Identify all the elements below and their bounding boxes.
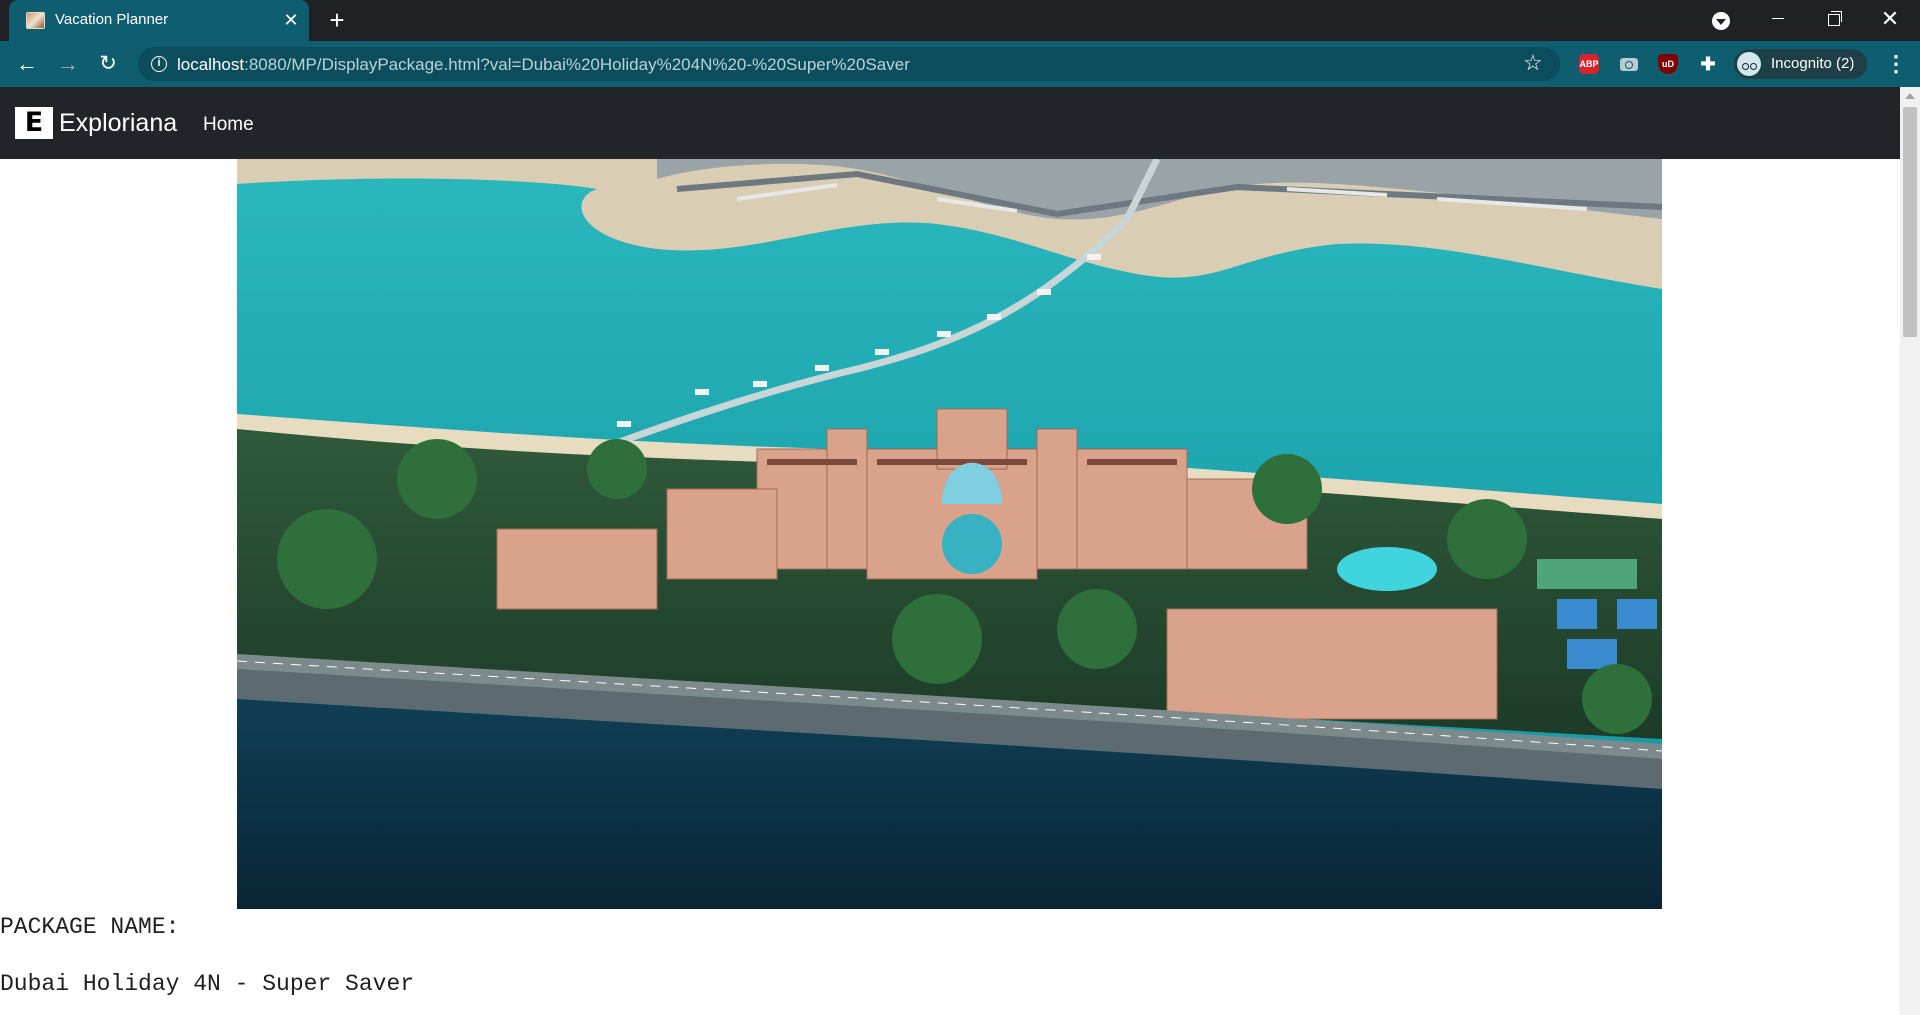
window-close-button[interactable]: ✕ [1870,4,1910,34]
browser-menu-icon[interactable]: ⋮ [1884,50,1908,78]
tab-title: Vacation Planner [55,11,169,28]
new-tab-button[interactable]: + [324,7,350,34]
scrollbar-thumb[interactable] [1903,107,1917,337]
brand-name[interactable]: Exploriana [59,109,177,138]
extensions-puzzle-icon[interactable]: ✚ [1698,54,1718,74]
brand-logo-icon[interactable]: E [15,107,53,139]
window-restore-button[interactable] [1814,4,1854,34]
tab-search-icon[interactable] [1712,12,1730,30]
package-name-value: Dubai Holiday 4N - Super Saver [0,971,415,997]
incognito-icon [1737,52,1761,76]
address-bar[interactable]: i localhost:8080/MP/DisplayPackage.html?… [138,47,1560,81]
url-text[interactable]: localhost:8080/MP/DisplayPackage.html?va… [177,55,910,75]
ublock-origin-icon[interactable]: uD [1658,54,1678,74]
screenshot-camera-icon[interactable] [1619,54,1639,74]
site-navbar: E Exploriana Home [0,87,1900,159]
profile-label: Incognito (2) [1771,55,1855,72]
window-minimize-button[interactable] [1758,4,1798,34]
package-name-label: PACKAGE NAME: [0,914,180,940]
bookmark-star-icon[interactable]: ☆ [1523,50,1543,76]
back-arrow-icon[interactable]: ← [13,50,41,78]
page-scrollbar[interactable] [1900,87,1920,1015]
adblock-plus-icon[interactable]: ABP [1579,54,1599,74]
forward-arrow-icon[interactable]: → [54,50,82,78]
browser-tab-active[interactable]: Vacation Planner ✕ [9,0,309,41]
browser-toolbar: ← → ↻ i localhost:8080/MP/DisplayPackage… [0,41,1920,87]
package-hero-image [237,159,1662,909]
scroll-up-arrow-icon[interactable] [1905,93,1915,99]
incognito-profile-button[interactable]: Incognito (2) [1734,49,1867,79]
tab-close-icon[interactable]: ✕ [280,9,302,31]
nav-link-home[interactable]: Home [203,114,254,136]
site-info-icon[interactable]: i [151,56,167,72]
reload-icon[interactable]: ↻ [94,50,122,78]
browser-titlebar: Vacation Planner ✕ + ✕ [0,0,1920,41]
site-favicon-icon [26,12,45,29]
